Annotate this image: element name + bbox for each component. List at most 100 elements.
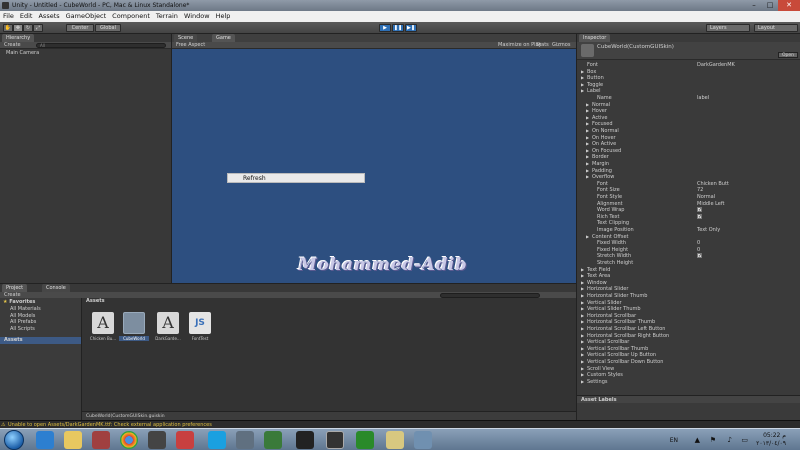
foldout-arrow-icon[interactable]: ▶ <box>581 273 584 280</box>
inspector-row[interactable]: ▶ Horizontal Slider Thumb <box>577 293 800 300</box>
tab-game[interactable]: Game <box>212 34 235 42</box>
asset-item[interactable]: CubeWorld <box>119 312 149 342</box>
inspector-row[interactable]: ▶ Padding <box>577 168 800 175</box>
menu-component[interactable]: Component <box>112 11 150 22</box>
inspector-row-value[interactable]: 0 <box>697 240 700 247</box>
foldout-arrow-icon[interactable]: ▶ <box>581 313 584 320</box>
favorite-item[interactable]: All Models <box>10 313 41 320</box>
move-tool-button[interactable]: ✥ <box>13 24 23 32</box>
inspector-row[interactable]: ▶ Focused <box>577 121 800 128</box>
foldout-arrow-icon[interactable]: ▶ <box>586 115 589 122</box>
inspector-row[interactable]: Stretch Width ✓ <box>577 253 800 260</box>
inspector-row[interactable]: Font Size 72 <box>577 187 800 194</box>
clock-time[interactable]: 05:22 م <box>752 432 786 439</box>
favorite-item[interactable]: All Materials <box>10 306 41 313</box>
foldout-arrow-icon[interactable]: ▶ <box>586 234 589 241</box>
menu-gameobject[interactable]: GameObject <box>66 11 107 22</box>
inspector-row-value[interactable]: Normal <box>697 194 715 201</box>
foldout-arrow-icon[interactable]: ▶ <box>581 280 584 287</box>
inspector-row-value[interactable]: 72 <box>697 187 703 194</box>
inspector-row[interactable]: ▶ Horizontal Scrollbar Left Button <box>577 326 800 333</box>
inspector-row[interactable]: ▶ Vertical Scrollbar Down Button <box>577 359 800 366</box>
inspector-row[interactable]: ▶ On Normal <box>577 128 800 135</box>
clock-date[interactable]: ٢٠١٣/٠٤/٠٩ <box>752 440 786 447</box>
inspector-row[interactable]: Rich Text ✓ <box>577 213 800 221</box>
foldout-arrow-icon[interactable]: ▶ <box>586 161 589 168</box>
inspector-row[interactable]: ▶ Border <box>577 154 800 161</box>
maximize-on-play-toggle[interactable]: Maximize on Play <box>498 42 542 49</box>
flag-icon[interactable]: ⚑ <box>710 436 716 444</box>
step-button[interactable]: ▶❚ <box>405 24 417 32</box>
hand-tool-button[interactable]: ✋ <box>3 24 13 32</box>
inspector-row[interactable]: ▶ Scroll View <box>577 366 800 373</box>
game-view[interactable] <box>172 49 576 283</box>
inspector-row-value[interactable]: Text Only <box>697 227 720 234</box>
assets-folder[interactable]: Assets <box>0 337 81 344</box>
aspect-dropdown[interactable]: Free Aspect <box>176 42 205 48</box>
chrome-icon[interactable] <box>120 431 138 449</box>
app-icon[interactable] <box>414 431 432 449</box>
app-icon[interactable] <box>386 431 404 449</box>
inspector-row[interactable]: Image Position Text Only <box>577 227 800 234</box>
app-icon[interactable] <box>264 431 282 449</box>
skype-icon[interactable] <box>208 431 226 449</box>
foldout-arrow-icon[interactable]: ▶ <box>581 346 584 353</box>
pivot-toggle-button[interactable]: Center <box>66 24 94 32</box>
menu-edit[interactable]: Edit <box>20 11 33 22</box>
tab-project[interactable]: Project <box>2 284 28 292</box>
foldout-arrow-icon[interactable]: ▶ <box>581 82 584 89</box>
inspector-row[interactable]: Font DarkGardenMK <box>577 62 800 69</box>
inspector-row[interactable]: Font Chicken Butt <box>577 181 800 188</box>
inspector-row[interactable]: ▶ Window <box>577 280 800 287</box>
inspector-row[interactable]: Fixed Width 0 <box>577 240 800 247</box>
stats-toggle[interactable]: Stats <box>536 42 549 49</box>
foldout-arrow-icon[interactable]: ▶ <box>581 88 584 95</box>
favorites-header[interactable]: ★ Favorites <box>3 299 35 305</box>
hierarchy-create-button[interactable]: Create <box>4 42 21 48</box>
refresh-button[interactable]: Refresh <box>227 173 365 183</box>
tab-scene[interactable]: Scene <box>174 34 198 42</box>
close-button[interactable]: ✕ <box>778 0 800 11</box>
menu-help[interactable]: Help <box>216 11 231 22</box>
rotate-tool-button[interactable]: ↻ <box>23 24 33 32</box>
inspector-row[interactable]: Word Wrap ✓ <box>577 207 800 214</box>
tab-inspector[interactable]: Inspector <box>579 34 611 42</box>
inspector-row-value[interactable]: Middle Left <box>697 201 725 208</box>
favorite-item[interactable]: All Prefabs <box>10 319 41 326</box>
media-icon[interactable] <box>92 431 110 449</box>
inspector-row[interactable]: ▶ Vertical Slider <box>577 300 800 307</box>
status-bar[interactable]: ⚠ Unable to open Assets/DarkGardenMK.ttf… <box>0 420 800 428</box>
utorrent-icon[interactable] <box>356 431 374 449</box>
inspector-row[interactable]: Text Clipping <box>577 220 800 227</box>
volume-icon[interactable]: ♪ <box>728 436 732 444</box>
app-icon[interactable] <box>236 431 254 449</box>
asset-item[interactable]: A Chicken Bu... <box>90 312 116 342</box>
foldout-arrow-icon[interactable]: ▶ <box>581 333 584 340</box>
explorer-icon[interactable] <box>64 431 82 449</box>
checkbox[interactable]: ✓ <box>697 213 702 221</box>
inspector-row[interactable]: ▶ Vertical Scrollbar Thumb <box>577 346 800 353</box>
asset-item[interactable]: JS FontTest <box>189 312 211 342</box>
language-indicator[interactable]: EN <box>670 437 678 444</box>
inspector-row[interactable]: ▶ Vertical Slider Thumb <box>577 306 800 313</box>
inspector-row[interactable]: ▶ Vertical Scrollbar Up Button <box>577 352 800 359</box>
foldout-arrow-icon[interactable]: ▶ <box>586 128 589 135</box>
layers-dropdown[interactable]: Layers <box>706 24 750 32</box>
inspector-row[interactable]: ▶ Overflow <box>577 174 800 181</box>
inspector-row[interactable]: Font Style Normal <box>577 194 800 201</box>
app-icon[interactable] <box>296 431 314 449</box>
inspector-row[interactable]: ▶ Horizontal Scrollbar Right Button <box>577 333 800 340</box>
play-button[interactable]: ▶ <box>379 24 391 32</box>
favorite-item[interactable]: All Scripts <box>10 326 41 333</box>
foldout-arrow-icon[interactable]: ▶ <box>581 75 584 82</box>
foldout-arrow-icon[interactable]: ▶ <box>581 267 584 274</box>
inspector-row[interactable]: ▶ Button <box>577 75 800 82</box>
app-icon[interactable] <box>148 431 166 449</box>
inspector-row[interactable]: ▶ Text Area <box>577 273 800 280</box>
inspector-row-value[interactable]: DarkGardenMK <box>697 62 735 69</box>
space-toggle-button[interactable]: Global <box>95 24 121 32</box>
foldout-arrow-icon[interactable]: ▶ <box>581 326 584 333</box>
hierarchy-search-input[interactable]: All <box>36 43 166 48</box>
foldout-arrow-icon[interactable]: ▶ <box>581 372 584 379</box>
inspector-row[interactable]: ▶ Horizontal Slider <box>577 286 800 293</box>
